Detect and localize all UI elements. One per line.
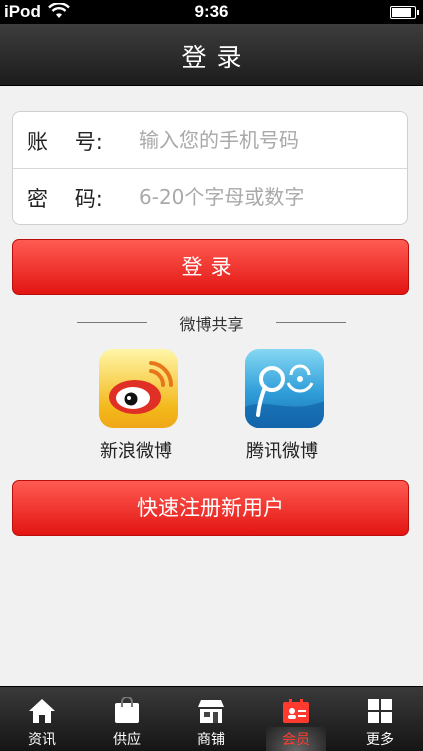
tab-member[interactable]: 会员 — [254, 687, 338, 751]
bag-icon — [112, 696, 142, 725]
tab-more[interactable]: 更多 — [338, 687, 422, 751]
quick-register-button[interactable]: 快速注册新用户 — [12, 480, 409, 536]
status-bar: iPod 9:36 — [0, 0, 423, 24]
nav-bar: 登录 — [0, 24, 423, 86]
grid-icon — [365, 697, 395, 725]
tab-label: 更多 — [366, 732, 394, 748]
member-card-icon — [281, 697, 311, 725]
sina-weibo-label[interactable]: 新浪微博 — [100, 437, 172, 463]
login-form: 账 号: 密 码: — [12, 111, 408, 225]
password-row: 密 码: — [13, 169, 407, 225]
login-button[interactable]: 登录 — [12, 239, 409, 295]
tab-news[interactable]: 资讯 — [0, 687, 84, 751]
tab-label: 资讯 — [28, 732, 56, 748]
password-input[interactable] — [139, 180, 399, 214]
divider-right — [276, 322, 346, 323]
tab-label: 会员 — [282, 732, 310, 748]
tab-shops[interactable]: 商铺 — [169, 687, 253, 751]
share-section-title: 微博共享 — [179, 315, 244, 334]
tab-label: 供应 — [113, 732, 141, 748]
tencent-weibo-label[interactable]: 腾讯微博 — [246, 437, 318, 463]
status-time: 9:36 — [194, 2, 229, 21]
tab-label: 商铺 — [197, 732, 225, 748]
sina-weibo-icon[interactable] — [99, 349, 178, 428]
page-title: 登录 — [181, 43, 252, 72]
account-label: 账 号: — [27, 130, 103, 154]
battery-icon — [390, 6, 419, 19]
store-icon — [196, 697, 226, 725]
account-input[interactable] — [139, 123, 399, 157]
tab-bar: 资讯 供应 商铺 会员 更多 — [0, 686, 423, 751]
tencent-weibo-icon[interactable] — [245, 349, 324, 428]
account-row: 账 号: — [13, 112, 407, 169]
password-label: 密 码: — [27, 187, 103, 211]
home-icon — [27, 697, 57, 725]
tab-supply[interactable]: 供应 — [85, 687, 169, 751]
